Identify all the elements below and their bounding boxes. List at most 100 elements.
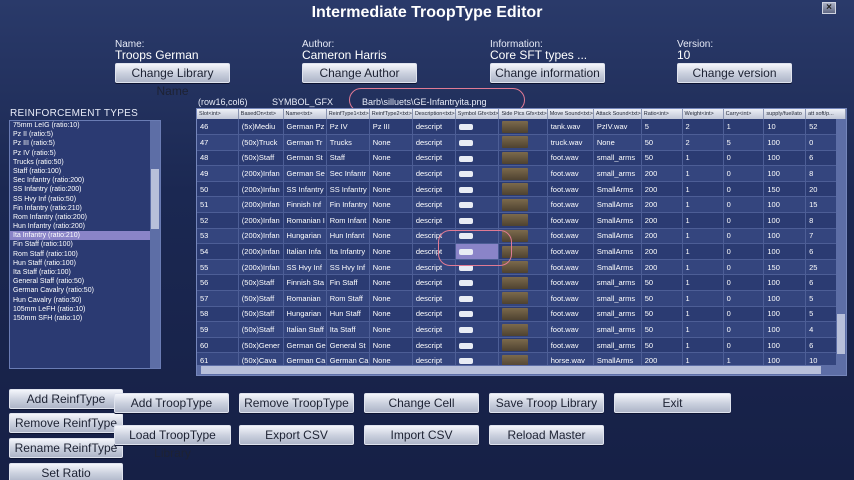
table-cell[interactable]: truck.wav [547, 134, 594, 151]
symbol-gfx-cell[interactable] [455, 165, 500, 182]
symbol-gfx-cell[interactable] [455, 321, 500, 338]
table-cell[interactable]: 100 [763, 243, 807, 260]
table-cell[interactable]: German Se [283, 165, 327, 182]
table-cell[interactable]: 0 [723, 228, 765, 245]
reinforcement-list[interactable]: 75mm LeIG (ratio:10) Pz II (ratio:5) Pz II… [9, 120, 161, 369]
table-cell[interactable]: None [369, 337, 413, 354]
table-cell[interactable]: foot.wav [547, 228, 594, 245]
table-cell[interactable]: 200 [641, 181, 683, 198]
table-cell[interactable]: 51 [197, 196, 239, 214]
table-cell[interactable]: 100 [763, 134, 807, 151]
table-cell[interactable]: None [369, 181, 413, 198]
table-cell[interactable]: 59 [197, 321, 239, 338]
table-cell[interactable]: None [369, 165, 413, 182]
table-cell[interactable]: 52 [197, 212, 239, 229]
symbol-gfx-cell[interactable] [455, 119, 500, 136]
reinforcement-list-item[interactable]: German Cavalry (ratio:50) [10, 286, 160, 295]
table-cell[interactable]: 1 [682, 321, 724, 338]
table-cell[interactable]: foot.wav [547, 306, 594, 323]
table-cell[interactable]: 0 [723, 243, 765, 260]
close-icon[interactable]: × [822, 2, 836, 14]
table-cell[interactable]: 57 [197, 290, 239, 307]
table-cell[interactable]: small_arms [593, 165, 642, 182]
table-cell[interactable]: (200x)Infan [238, 259, 284, 276]
remove-reinftype-button[interactable]: Remove ReinfType [9, 413, 123, 433]
table-cell[interactable]: SS Infantry [326, 181, 370, 198]
reinforcement-scrollbar[interactable] [150, 121, 160, 368]
table-cell[interactable]: descript [412, 134, 456, 151]
table-cell[interactable]: Staff [326, 150, 370, 167]
table-cell[interactable]: SmallArms [593, 259, 642, 276]
table-cell[interactable]: (200x)Infan [238, 196, 284, 214]
reinforcement-list-item[interactable]: Staff (ratio:100) [10, 167, 160, 176]
table-cell[interactable]: (50x)Staff [238, 290, 284, 307]
table-cell[interactable]: small_arms [593, 290, 642, 307]
table-row[interactable]: 52 (200x)Infan Romanian I Rom Infant None des… [197, 212, 846, 229]
reinforcement-list-item[interactable]: SS Infantry (ratio:200) [10, 185, 160, 194]
table-cell[interactable]: SmallArms [593, 243, 642, 260]
table-cell[interactable]: foot.wav [547, 290, 594, 307]
column-header[interactable]: Carry<int> [723, 109, 765, 119]
table-cell[interactable]: SS Hvy Inf [283, 259, 327, 276]
reinforcement-list-item[interactable]: 75mm LeIG (ratio:10) [10, 121, 160, 130]
table-row[interactable]: 49 (200x)Infan German Se Sec Infantr None des… [197, 165, 846, 182]
table-cell[interactable]: SmallArms [593, 181, 642, 198]
table-cell[interactable]: 1 [723, 119, 765, 136]
reinforcement-list-item[interactable]: Hun Infantry (ratio:200) [10, 222, 160, 231]
table-cell[interactable]: SS Hvy Inf [326, 259, 370, 276]
scrollbar-thumb[interactable] [151, 169, 159, 229]
change-information-button[interactable]: Change information [490, 63, 605, 83]
reinforcement-list-item[interactable]: Pz II (ratio:5) [10, 130, 160, 139]
table-row[interactable]: 60 (50x)Gener German Ge General St None descr… [197, 337, 846, 354]
table-cell[interactable]: small_arms [593, 150, 642, 167]
reinforcement-list-item[interactable]: 150mm SFH (ratio:10) [10, 314, 160, 323]
table-row[interactable]: 55 (200x)Infan SS Hvy Inf SS Hvy Inf None des… [197, 259, 846, 276]
table-cell[interactable]: 1 [682, 337, 724, 354]
column-header[interactable]: Ratio<int> [641, 109, 683, 119]
table-cell[interactable]: 5 [641, 119, 683, 136]
table-cell[interactable]: Trucks [326, 134, 370, 151]
load-trooptype-library-button[interactable]: Load TroopType Library [114, 425, 231, 460]
symbol-gfx-cell[interactable] [455, 150, 500, 167]
table-cell[interactable]: Hun Infant [326, 228, 370, 245]
table-cell[interactable]: foot.wav [547, 196, 594, 214]
table-cell[interactable]: 50 [641, 274, 683, 292]
table-cell[interactable]: None [369, 243, 413, 260]
table-cell[interactable]: 47 [197, 134, 239, 151]
table-cell[interactable]: 200 [641, 243, 683, 260]
table-cell[interactable]: Italian Infa [283, 243, 327, 260]
table-cell[interactable]: None [369, 150, 413, 167]
table-cell[interactable]: 60 [197, 337, 239, 354]
table-cell[interactable]: 50 [641, 134, 683, 151]
table-cell[interactable]: 1 [682, 259, 724, 276]
table-cell[interactable]: 0 [723, 181, 765, 198]
table-cell[interactable]: 100 [763, 290, 807, 307]
table-cell[interactable]: 100 [763, 306, 807, 323]
symbol-gfx-cell[interactable] [455, 212, 500, 229]
reinforcement-list-item[interactable]: Hun Staff (ratio:100) [10, 259, 160, 268]
table-cell[interactable]: 0 [723, 306, 765, 323]
side-pic-cell[interactable] [498, 134, 548, 151]
table-cell[interactable]: descript [412, 306, 456, 323]
table-cell[interactable]: 1 [682, 165, 724, 182]
table-cell[interactable]: General St [326, 337, 370, 354]
reinforcement-list-item[interactable]: Pz III (ratio:5) [10, 139, 160, 148]
table-cell[interactable]: 0 [723, 165, 765, 182]
reinforcement-list-item[interactable]: SS Hvy Inf (ratio:50) [10, 195, 160, 204]
table-cell[interactable]: None [369, 228, 413, 245]
table-cell[interactable]: descript [412, 165, 456, 182]
table-cell[interactable]: Italian Staff [283, 321, 327, 338]
table-cell[interactable]: 100 [763, 212, 807, 229]
table-cell[interactable]: 1 [682, 306, 724, 323]
side-pic-cell[interactable] [498, 181, 548, 198]
table-cell[interactable]: 53 [197, 228, 239, 245]
table-cell[interactable]: Finnish Sta [283, 274, 327, 292]
table-cell[interactable]: SS Infantry [283, 181, 327, 198]
table-cell[interactable]: 1 [682, 274, 724, 292]
table-cell[interactable]: 200 [641, 259, 683, 276]
table-cell[interactable]: 46 [197, 119, 239, 136]
table-cell[interactable]: descript [412, 337, 456, 354]
table-cell[interactable]: Fin Infantry [326, 196, 370, 214]
table-cell[interactable]: foot.wav [547, 337, 594, 354]
table-cell[interactable]: 10 [763, 119, 807, 136]
